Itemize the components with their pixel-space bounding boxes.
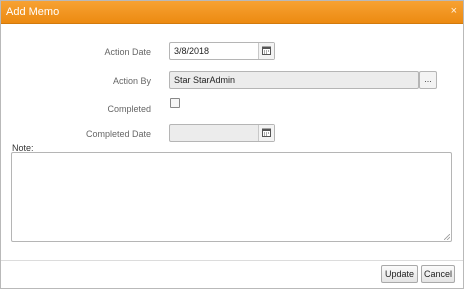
action-date-label: Action Date	[104, 47, 151, 57]
action-by-value: Star StarAdmin	[174, 75, 236, 85]
action-date-calendar-button[interactable]	[258, 43, 274, 59]
action-date-value: 3/8/2018	[174, 46, 210, 56]
action-by-label: Action By	[112, 76, 151, 86]
dialog-titlebar[interactable]: Add Memo ×	[1, 1, 463, 24]
action-date-field[interactable]: 3/8/2018	[169, 42, 275, 60]
add-memo-dialog: Add Memo × Action Date 3/8/2018 Action B…	[0, 0, 464, 289]
calendar-icon	[262, 46, 271, 55]
update-button[interactable]: Update	[381, 265, 418, 283]
completed-date-field[interactable]	[169, 124, 275, 142]
action-by-field[interactable]: Star StarAdmin	[169, 71, 419, 89]
action-by-lookup-button[interactable]: ...	[419, 71, 437, 89]
note-textarea[interactable]	[11, 152, 452, 242]
footer-divider	[1, 260, 463, 261]
calendar-icon	[262, 128, 271, 137]
cancel-button[interactable]: Cancel	[421, 265, 455, 283]
completed-date-label: Completed Date	[85, 129, 151, 139]
close-icon[interactable]: ×	[451, 5, 457, 17]
completed-date-calendar-button[interactable]	[258, 125, 274, 141]
dialog-title: Add Memo	[6, 6, 60, 18]
completed-checkbox[interactable]	[170, 98, 180, 108]
completed-label: Completed	[107, 104, 151, 114]
resize-grip-icon[interactable]	[444, 234, 450, 240]
